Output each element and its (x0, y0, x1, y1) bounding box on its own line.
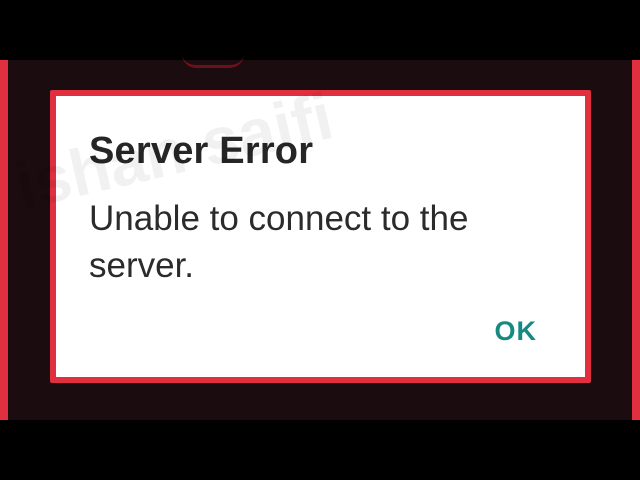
dialog-message: Unable to connect to the server. (89, 199, 469, 285)
right-phone-edge (632, 60, 640, 420)
dialog-title: Server Error (89, 130, 314, 172)
background-element-arc (182, 54, 244, 68)
left-phone-edge (0, 60, 8, 420)
screenshot-stage: Server Error Unable to connect to the se… (0, 0, 640, 480)
ok-button[interactable]: OK (491, 314, 542, 349)
server-error-dialog: Server Error Unable to connect to the se… (50, 90, 591, 383)
